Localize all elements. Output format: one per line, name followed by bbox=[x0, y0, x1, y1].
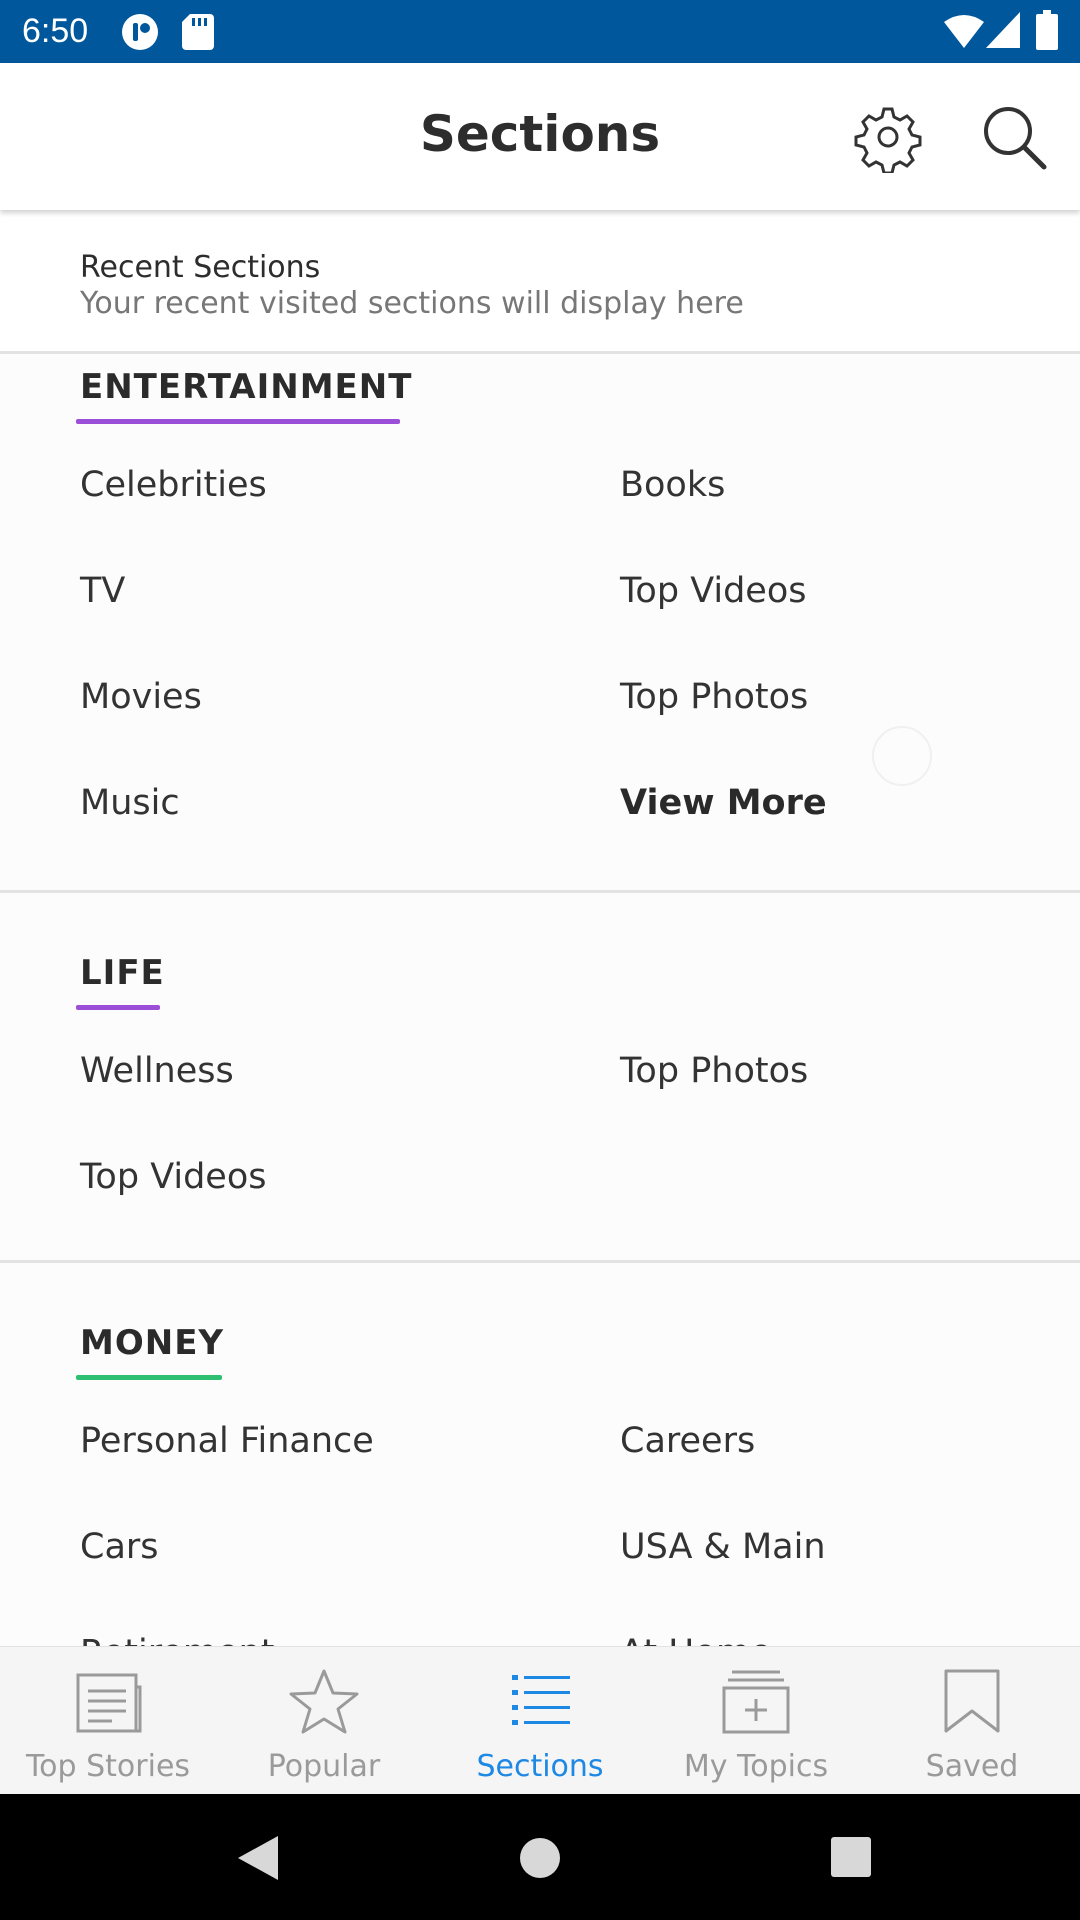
section-link-personal-finance[interactable]: Personal Finance bbox=[80, 1421, 374, 1461]
bookmark-icon bbox=[944, 1669, 1000, 1733]
nav-label: My Topics bbox=[683, 1749, 829, 1784]
nav-top-stories[interactable]: Top Stories bbox=[0, 1647, 216, 1795]
section-link-movies[interactable]: Movies bbox=[80, 677, 202, 717]
star-icon bbox=[289, 1669, 359, 1734]
nav-sections[interactable]: Sections bbox=[432, 1647, 648, 1795]
notification-app-icon bbox=[120, 12, 160, 56]
section-link-top-photos[interactable]: Top Photos bbox=[620, 1051, 808, 1091]
nav-label: Saved bbox=[925, 1749, 1019, 1784]
newspaper-icon bbox=[76, 1673, 142, 1733]
section-underline bbox=[76, 1005, 160, 1010]
section-link-top-videos[interactable]: Top Videos bbox=[620, 571, 806, 611]
recent-sections-title: Recent Sections bbox=[80, 250, 321, 285]
section-link-wellness[interactable]: Wellness bbox=[80, 1051, 234, 1091]
battery-icon bbox=[1036, 10, 1058, 54]
list-icon bbox=[512, 1675, 570, 1725]
system-nav-bar bbox=[0, 1794, 1080, 1920]
section-underline bbox=[76, 419, 400, 424]
section-title[interactable]: MONEY bbox=[80, 1323, 224, 1363]
section-link-music[interactable]: Music bbox=[80, 783, 180, 823]
home-icon[interactable] bbox=[518, 1836, 562, 1880]
section-link-retirement[interactable]: Retirement bbox=[80, 1633, 274, 1646]
section-link-careers[interactable]: Careers bbox=[620, 1421, 755, 1461]
back-icon[interactable] bbox=[234, 1834, 280, 1882]
wifi-icon bbox=[944, 14, 984, 52]
section-link-tv[interactable]: TV bbox=[80, 571, 125, 611]
nav-saved[interactable]: Saved bbox=[864, 1647, 1080, 1795]
status-time: 6:50 bbox=[22, 12, 89, 50]
search-button[interactable] bbox=[978, 101, 1050, 173]
recent-sections: Recent Sections Your recent visited sect… bbox=[0, 210, 1080, 354]
section-link-cars[interactable]: Cars bbox=[80, 1527, 159, 1567]
section-underline bbox=[76, 1375, 222, 1380]
section-life: LIFE Wellness Top Photos Top Videos bbox=[0, 893, 1080, 1260]
nav-label: Top Stories bbox=[25, 1749, 191, 1784]
nav-label: Sections bbox=[476, 1749, 604, 1784]
settings-button[interactable] bbox=[852, 101, 924, 175]
nav-popular[interactable]: Popular bbox=[216, 1647, 432, 1795]
recent-sections-subtitle: Your recent visited sections will displa… bbox=[80, 286, 744, 321]
search-icon bbox=[984, 107, 1047, 170]
section-link-top-videos[interactable]: Top Videos bbox=[80, 1157, 266, 1197]
sd-card-icon bbox=[182, 14, 214, 54]
section-title[interactable]: ENTERTAINMENT bbox=[80, 367, 412, 407]
add-topic-icon bbox=[722, 1670, 790, 1734]
section-link-celebrities[interactable]: Celebrities bbox=[80, 465, 267, 505]
view-more-link[interactable]: View More bbox=[620, 783, 827, 823]
recents-icon[interactable] bbox=[830, 1836, 872, 1878]
section-link-at-home[interactable]: At Home bbox=[620, 1633, 772, 1646]
section-link-usa-main[interactable]: USA & Main bbox=[620, 1527, 826, 1567]
app-header: Sections bbox=[0, 63, 1080, 210]
bottom-nav: Top Stories Popular Sections My Topics S… bbox=[0, 1646, 1080, 1794]
sections-list[interactable]: Recent Sections Your recent visited sect… bbox=[0, 210, 1080, 1646]
section-title[interactable]: LIFE bbox=[80, 953, 165, 993]
cell-signal-icon bbox=[986, 12, 1020, 52]
gear-icon bbox=[854, 107, 922, 175]
section-entertainment: ENTERTAINMENT Celebrities Books TV Top V… bbox=[0, 357, 1080, 897]
status-bar: 6:50 bbox=[0, 0, 1080, 63]
section-money: MONEY Personal Finance Careers Cars USA … bbox=[0, 1263, 1080, 1646]
touch-ripple bbox=[872, 726, 932, 786]
section-link-top-photos[interactable]: Top Photos bbox=[620, 677, 808, 717]
nav-my-topics[interactable]: My Topics bbox=[648, 1647, 864, 1795]
section-link-books[interactable]: Books bbox=[620, 465, 725, 505]
nav-label: Popular bbox=[267, 1749, 381, 1784]
